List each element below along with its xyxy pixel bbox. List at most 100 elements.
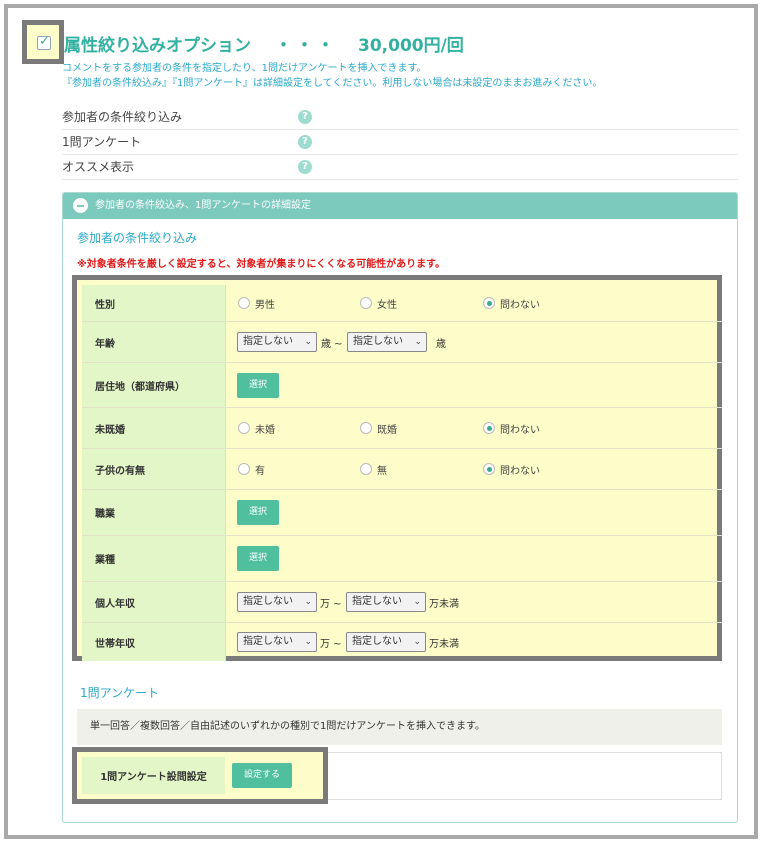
row-value: 指定しない ⌄ 歳 ~ 指定しない ⌄ 歳 [225, 322, 722, 362]
option-label: 1問アンケート [62, 135, 142, 149]
radio-label: 無 [377, 465, 387, 477]
residence-select-button[interactable]: 選択 [237, 373, 279, 398]
household-income-from-select[interactable]: 指定しない ⌄ [237, 632, 317, 652]
row-gender: 性別 男性 女性 問わない [82, 285, 722, 322]
chevron-down-icon: ⌄ [413, 597, 421, 607]
panel-title: 参加者の条件絞込み、1問アンケートの詳細設定 [95, 200, 311, 211]
row-value: 指定しない ⌄ 万 ~ 指定しない ⌄ 万未満 [225, 582, 722, 622]
household-income-unit-mid: 万 ~ [320, 638, 342, 650]
chevron-down-icon: ⌄ [304, 597, 312, 607]
survey-setting-button[interactable]: 設定する [232, 763, 292, 788]
check-icon: ✓ [39, 34, 50, 49]
radio-label: 既婚 [377, 424, 397, 436]
radio-children-any[interactable]: 問わない [483, 462, 540, 477]
radio-marital-any[interactable]: 問わない [483, 421, 540, 436]
select-value: 指定しない [243, 636, 293, 647]
row-label: 年齢 [82, 322, 225, 362]
conditions-highlight: 性別 男性 女性 問わない 年齢 指定しない ⌄ 歳 ~ 指定しない ⌄ 歳 居住地… [72, 275, 722, 661]
radio-icon [360, 463, 372, 475]
radio-label: 問わない [500, 299, 540, 311]
row-age: 年齢 指定しない ⌄ 歳 ~ 指定しない ⌄ 歳 [82, 322, 722, 363]
select-value: 指定しない [352, 596, 402, 607]
row-value: 男性 女性 問わない [225, 285, 722, 321]
collapse-icon[interactable] [73, 198, 88, 213]
industry-select-button[interactable]: 選択 [237, 546, 279, 571]
survey-section-title: 1問アンケート [80, 686, 160, 700]
select-value: 指定しない [353, 336, 403, 347]
personal-income-from-select[interactable]: 指定しない ⌄ [237, 592, 317, 612]
row-value: 選択 [225, 363, 722, 407]
household-income-to-select[interactable]: 指定しない ⌄ [346, 632, 426, 652]
radio-label: 問わない [500, 424, 540, 436]
conditions-warning: ※対象者条件を厳しく設定すると、対象者が集まりにくくなる可能性があります。 [77, 259, 446, 270]
radio-children-no[interactable]: 無 [360, 462, 387, 477]
row-residence: 居住地（都道府県） 選択 [82, 363, 722, 408]
option-row-conditions: 参加者の条件絞り込み ? [62, 105, 738, 130]
panel-header[interactable]: 参加者の条件絞込み、1問アンケートの詳細設定 [63, 193, 737, 219]
option-label: 参加者の条件絞り込み [62, 110, 183, 124]
radio-label: 問わない [500, 465, 540, 477]
help-icon[interactable]: ? [298, 160, 312, 174]
radio-gender-any[interactable]: 問わない [483, 296, 540, 311]
radio-icon [483, 422, 495, 434]
row-value: 選択 [225, 536, 722, 581]
radio-label: 未婚 [255, 424, 275, 436]
radio-icon [360, 297, 372, 309]
row-label: 未既婚 [82, 408, 225, 448]
personal-income-to-select[interactable]: 指定しない ⌄ [346, 592, 426, 612]
description-line-2: 『参加者の条件絞込み』『1問アンケート』は詳細設定をしてください。利用しない場合… [62, 78, 603, 89]
radio-icon [238, 297, 250, 309]
occupation-select-button[interactable]: 選択 [237, 500, 279, 525]
radio-icon [238, 463, 250, 475]
title-price: 30,000円/回 [358, 36, 464, 56]
title-separator: ・・・ [275, 36, 338, 56]
personal-income-unit-mid: 万 ~ [320, 598, 342, 610]
description-line-1: コメントをする参加者の条件を指定したり、1問だけアンケートを挿入できます。 [62, 63, 427, 74]
row-label: 個人年収 [82, 582, 225, 622]
option-label: オススメ表示 [62, 160, 135, 174]
row-label: 世帯年収 [82, 623, 225, 661]
row-label: 業種 [82, 536, 225, 581]
age-from-select[interactable]: 指定しない ⌄ [237, 332, 317, 352]
row-value: 未婚 既婚 問わない [225, 408, 722, 448]
survey-highlight: 1問アンケート設問設定 設定する [72, 747, 328, 804]
row-label: 居住地（都道府県） [82, 363, 225, 407]
row-label: 子供の有無 [82, 449, 225, 489]
conditions-section-title: 参加者の条件絞り込み [77, 231, 198, 245]
option-enable-checkbox[interactable]: ✓ [37, 34, 51, 50]
help-icon[interactable]: ? [298, 110, 312, 124]
row-label: 職業 [82, 490, 225, 535]
select-value: 指定しない [243, 336, 293, 347]
survey-setting-label: 1問アンケート設問設定 [82, 757, 225, 794]
age-unit-mid: 歳 ~ [321, 338, 343, 350]
row-label: 性別 [82, 285, 225, 321]
row-occupation: 職業 選択 [82, 490, 722, 536]
radio-icon [238, 422, 250, 434]
radio-marital-single[interactable]: 未婚 [238, 421, 275, 436]
row-value: 有 無 問わない [225, 449, 722, 489]
row-children: 子供の有無 有 無 問わない [82, 449, 722, 490]
chevron-down-icon: ⌄ [414, 337, 422, 347]
age-to-select[interactable]: 指定しない ⌄ [347, 332, 427, 352]
conditions-table: 性別 男性 女性 問わない 年齢 指定しない ⌄ 歳 ~ 指定しない ⌄ 歳 居住地… [82, 285, 722, 661]
radio-children-yes[interactable]: 有 [238, 462, 265, 477]
row-household-income: 世帯年収 指定しない ⌄ 万 ~ 指定しない ⌄ 万未満 [82, 623, 722, 661]
chevron-down-icon: ⌄ [304, 337, 312, 347]
select-value: 指定しない [352, 636, 402, 647]
radio-gender-female[interactable]: 女性 [360, 296, 397, 311]
chevron-down-icon: ⌄ [413, 637, 421, 647]
option-description: コメントをする参加者の条件を指定したり、1問だけアンケートを挿入できます。 『参… [62, 61, 602, 91]
help-icon[interactable]: ? [298, 135, 312, 149]
radio-label: 女性 [377, 299, 397, 311]
row-personal-income: 個人年収 指定しない ⌄ 万 ~ 指定しない ⌄ 万未満 [82, 582, 722, 623]
title-text: 属性絞り込みオプション [64, 36, 251, 56]
age-unit-end: 歳 [436, 338, 446, 350]
radio-gender-male[interactable]: 男性 [238, 296, 275, 311]
option-row-survey: 1問アンケート ? [62, 130, 738, 155]
page-title: 属性絞り込みオプション ・・・ 30,000円/回 [64, 31, 464, 56]
chevron-down-icon: ⌄ [304, 637, 312, 647]
household-income-unit-end: 万未満 [429, 638, 459, 650]
row-value: 選択 [225, 490, 722, 535]
checkbox-highlight: ✓ [22, 20, 64, 64]
radio-marital-married[interactable]: 既婚 [360, 421, 397, 436]
